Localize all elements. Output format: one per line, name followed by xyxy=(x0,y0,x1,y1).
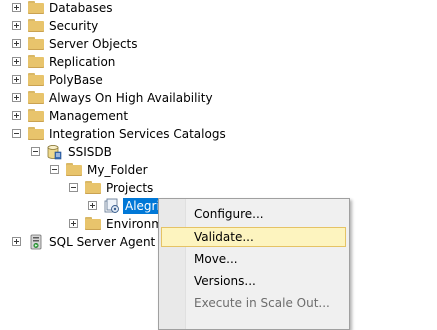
expand-icon[interactable] xyxy=(88,201,97,210)
menu-item-label: Execute in Scale Out... xyxy=(194,296,330,310)
folder-icon xyxy=(28,91,44,104)
menu-item-validate[interactable]: Validate... xyxy=(161,227,346,247)
folder-icon xyxy=(28,127,44,140)
menu-item-execute-in-scale-out: Execute in Scale Out... xyxy=(161,293,346,313)
tree-node-label: My_Folder xyxy=(87,163,148,177)
tree-node-label: Server Objects xyxy=(49,37,138,51)
tree-node-label: SSISDB xyxy=(68,145,112,159)
expand-icon[interactable] xyxy=(12,111,21,120)
tree-node-databases[interactable]: Databases xyxy=(0,0,200,17)
folder-icon xyxy=(85,217,101,230)
tree-node-label: Security xyxy=(49,19,99,33)
expand-icon[interactable] xyxy=(12,3,21,12)
database-icon xyxy=(47,145,62,160)
tree-node-management[interactable]: Management xyxy=(0,107,200,125)
collapse-icon[interactable] xyxy=(69,183,78,192)
folder-icon xyxy=(28,37,44,50)
tree-node-integration-services-catalogs[interactable]: Integration Services Catalogs xyxy=(0,125,250,143)
folder-icon xyxy=(28,109,44,122)
expand-icon[interactable] xyxy=(12,21,21,30)
folder-icon xyxy=(28,19,44,32)
tree-node-label: Databases xyxy=(49,1,113,15)
menu-item-versions[interactable]: Versions... xyxy=(161,271,346,291)
ssis-project-icon xyxy=(104,198,119,213)
tree-node-security[interactable]: Security xyxy=(0,17,200,35)
collapse-icon[interactable] xyxy=(31,147,40,156)
tree-node-label: Integration Services Catalogs xyxy=(49,127,226,141)
menu-item-label: Configure... xyxy=(194,207,264,221)
menu-item-label: Move... xyxy=(194,252,238,266)
folder-icon xyxy=(85,181,101,194)
collapse-icon[interactable] xyxy=(12,129,21,138)
tree-node-label: SQL Server Agent xyxy=(49,235,156,249)
tree-node-my-folder[interactable]: My_Folder xyxy=(0,161,200,179)
tree-node-label: Replication xyxy=(49,55,116,69)
tree-node-server-objects[interactable]: Server Objects xyxy=(0,35,200,53)
folder-icon xyxy=(28,1,44,14)
sql-server-agent-icon xyxy=(30,234,42,250)
menu-item-label: Validate... xyxy=(194,230,254,244)
menu-item-move[interactable]: Move... xyxy=(161,249,346,269)
folder-icon xyxy=(28,55,44,68)
folder-icon xyxy=(66,163,82,176)
expand-icon[interactable] xyxy=(12,93,21,102)
tree-node-replication[interactable]: Replication xyxy=(0,53,200,71)
expand-icon[interactable] xyxy=(12,57,21,66)
expand-icon[interactable] xyxy=(12,237,21,246)
tree-node-label: Projects xyxy=(106,181,154,195)
tree-node-label: Management xyxy=(49,109,129,123)
collapse-icon[interactable] xyxy=(50,165,59,174)
tree-node-ssisdb[interactable]: SSISDB xyxy=(0,143,200,161)
tree-node-always-on[interactable]: Always On High Availability xyxy=(0,89,250,107)
tree-node-label: PolyBase xyxy=(49,73,103,87)
expand-icon[interactable] xyxy=(12,39,21,48)
expand-icon[interactable] xyxy=(12,75,21,84)
menu-item-label: Versions... xyxy=(194,274,256,288)
context-menu: Configure... Validate... Move... Version… xyxy=(158,198,350,330)
expand-icon[interactable] xyxy=(69,219,78,228)
tree-node-polybase[interactable]: PolyBase xyxy=(0,71,200,89)
tree-node-label: Always On High Availability xyxy=(49,91,213,105)
tree-node-projects[interactable]: Projects xyxy=(0,179,200,197)
folder-icon xyxy=(28,73,44,86)
menu-item-configure[interactable]: Configure... xyxy=(161,204,346,224)
